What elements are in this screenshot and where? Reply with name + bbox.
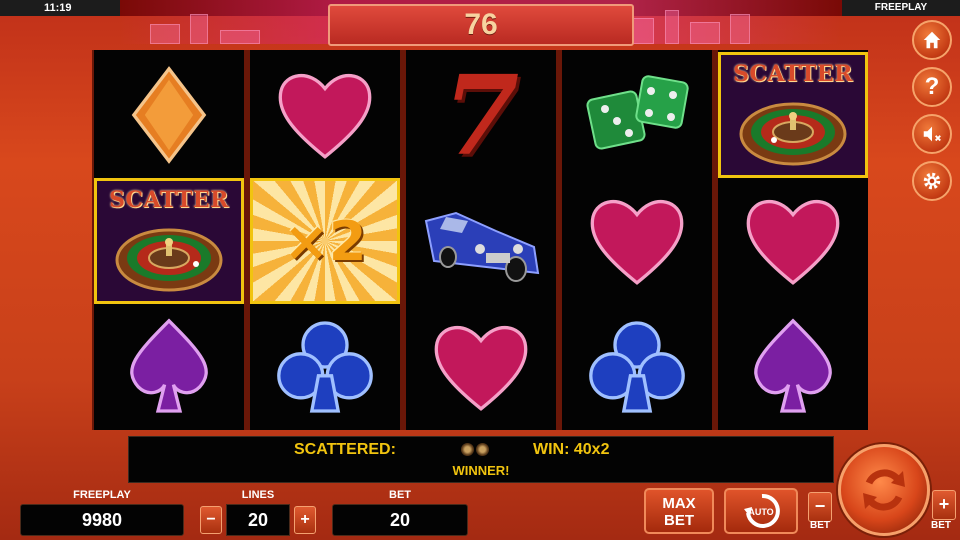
lines-increase-button[interactable]: + xyxy=(294,506,316,534)
freeplay-label: FREEPLAY xyxy=(73,489,131,501)
max-bet-label-line2: BET xyxy=(664,512,694,529)
lines-decrease-button[interactable]: − xyxy=(200,506,222,534)
lines-label: LINES xyxy=(241,489,275,501)
heart-icon xyxy=(746,199,840,285)
reel-cell-winning: SCATTER xyxy=(718,52,868,178)
reel-4 xyxy=(562,50,712,430)
reel-5: SCATTER xyxy=(718,50,868,430)
scatter-label: SCATTER xyxy=(733,61,853,87)
reel-cell xyxy=(562,178,712,304)
heart-icon xyxy=(590,199,684,285)
roulette-scatter-icon xyxy=(476,443,489,456)
spade-icon xyxy=(130,318,208,413)
reel-cell xyxy=(562,304,712,430)
lines-value: 20 xyxy=(226,504,290,536)
clock: 11:19 xyxy=(0,0,120,16)
auto-label: AUTO xyxy=(748,507,774,517)
club-icon xyxy=(589,321,685,413)
scattered-label: SCATTERED: xyxy=(294,441,396,458)
settings-button[interactable] xyxy=(912,161,952,201)
multiplier-x2-icon: ×2 xyxy=(283,209,367,273)
scatter-label: SCATTER xyxy=(109,187,229,213)
reel-3: 7 xyxy=(406,50,556,430)
bet-value: 20 xyxy=(332,504,468,536)
diamond-icon xyxy=(131,66,207,164)
bet-decrease-label: BET xyxy=(810,520,830,531)
dice-icon xyxy=(586,75,689,150)
winner-label: WINNER! xyxy=(452,463,510,478)
sound-button[interactable] xyxy=(912,114,952,154)
bet-decrease-button[interactable]: − xyxy=(808,492,832,522)
max-bet-label-line1: MAX xyxy=(662,495,696,512)
home-icon xyxy=(923,31,941,49)
roulette-scatter-icon xyxy=(739,102,847,166)
seven-icon: 7 xyxy=(442,50,520,180)
settings-icon xyxy=(923,172,941,190)
reel-cell xyxy=(562,52,712,178)
spin-icon xyxy=(863,469,905,511)
reel-cell xyxy=(250,52,400,178)
roulette-scatter-icon xyxy=(461,443,474,456)
club-icon xyxy=(277,321,373,413)
reel-cell: 7 xyxy=(406,50,556,180)
heart-icon xyxy=(278,73,372,159)
reel-cell xyxy=(718,304,868,430)
reel-cell xyxy=(94,52,244,178)
heart-icon xyxy=(434,325,528,411)
reel-cell xyxy=(250,304,400,430)
reel-cell xyxy=(406,178,556,304)
help-icon: ? xyxy=(924,73,940,100)
reel-cell-winning: ×2 xyxy=(250,178,400,304)
balance-counter: 76 xyxy=(328,4,634,46)
sound-off-icon xyxy=(923,126,941,142)
reel-cell-winning: SCATTER xyxy=(94,178,244,304)
home-button[interactable] xyxy=(912,20,952,60)
reel-area: SCATTER ×2 7 SCATTER xyxy=(92,50,868,430)
win-info-bar: SCATTERED: WIN: 40x2 WINNER! xyxy=(128,436,834,483)
spade-icon xyxy=(754,318,832,413)
bet-label: BET xyxy=(389,489,411,501)
bet-increase-label: BET xyxy=(931,520,951,531)
reel-cell xyxy=(718,178,868,304)
reel-1: SCATTER xyxy=(94,50,244,430)
auto-spin-button[interactable]: AUTO xyxy=(724,488,798,534)
max-bet-button[interactable]: MAX BET xyxy=(644,488,714,534)
mode-indicator: FREEPLAY xyxy=(842,0,960,16)
car-icon xyxy=(424,211,540,282)
reel-cell xyxy=(94,304,244,430)
reel-cell xyxy=(406,304,556,430)
roulette-scatter-icon xyxy=(115,228,223,292)
reel-2: ×2 xyxy=(250,50,400,430)
bet-increase-button[interactable]: + xyxy=(932,490,956,520)
freeplay-balance: 9980 xyxy=(20,504,184,536)
spin-button[interactable] xyxy=(838,444,930,536)
help-button[interactable]: ? xyxy=(912,67,952,107)
win-amount-label: WIN: 40x2 xyxy=(533,441,610,458)
